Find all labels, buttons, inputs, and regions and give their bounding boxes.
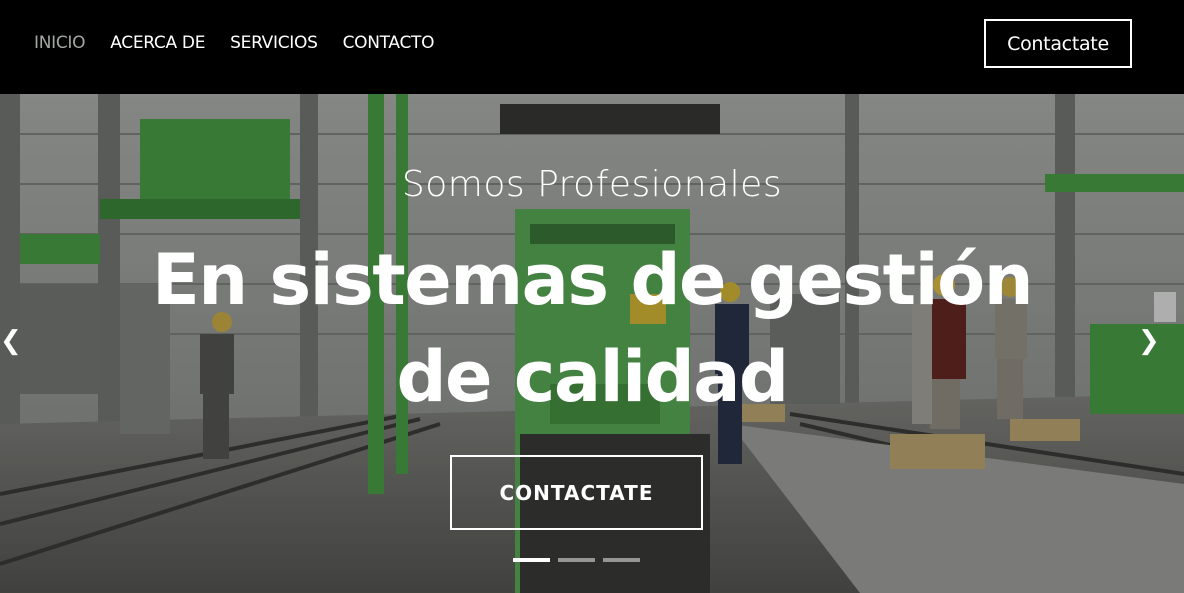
hero-subtitle: Somos Profesionales xyxy=(401,164,783,205)
chevron-left-icon[interactable]: ❮ xyxy=(0,326,22,356)
contact-button[interactable]: Contactate xyxy=(984,19,1132,68)
nav-link-servicios[interactable]: SERVICIOS xyxy=(230,33,318,53)
carousel-indicator-2[interactable] xyxy=(558,558,595,562)
nav-link-inicio[interactable]: INICIO xyxy=(34,33,86,53)
hero-title: En sistemas de gestión de calidad xyxy=(151,239,1034,418)
chevron-right-icon[interactable]: ❯ xyxy=(1138,326,1160,356)
hero-carousel: ❮ ❯ Somos Profesionales En sistemas de g… xyxy=(0,94,1184,593)
carousel-indicator-3[interactable] xyxy=(603,558,640,562)
carousel-indicator-1[interactable] xyxy=(513,558,550,562)
hero-contact-button[interactable]: CONTACTATE xyxy=(450,455,703,530)
nav-link-contacto[interactable]: CONTACTO xyxy=(343,33,435,53)
carousel-indicators xyxy=(513,558,640,562)
nav-link-acerca-de[interactable]: ACERCA DE xyxy=(110,33,205,53)
navbar: INICIO ACERCA DE SERVICIOS CONTACTO Cont… xyxy=(0,0,1184,94)
nav-links: INICIO ACERCA DE SERVICIOS CONTACTO xyxy=(34,33,459,53)
